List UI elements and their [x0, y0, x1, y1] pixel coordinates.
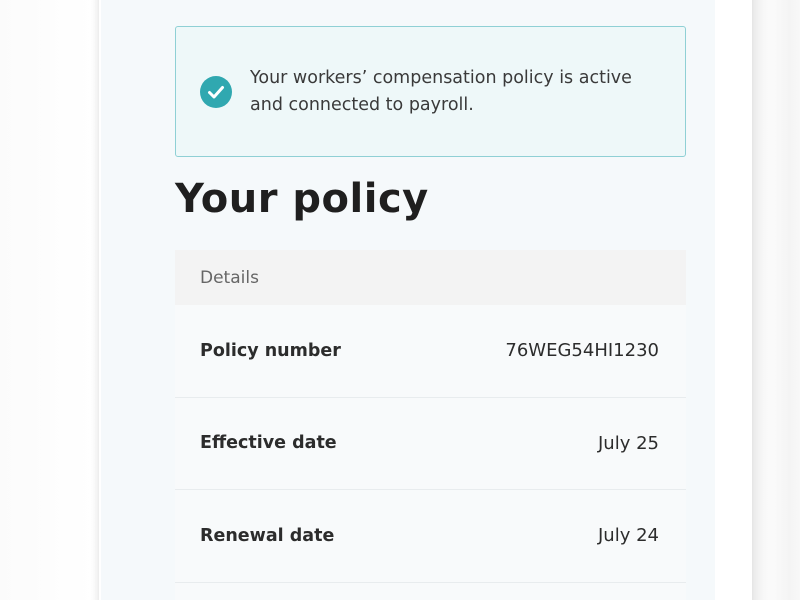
policy-details-card: Details Policy number 76WEG54HI1230 Effe… [175, 250, 686, 600]
detail-label: Policy number [200, 340, 341, 361]
detail-row-effective-date: Effective date July 25 [175, 398, 686, 490]
alert-message: Your workers’ compensation policy is act… [250, 68, 632, 115]
detail-value: July 25 [598, 432, 659, 454]
device-frame: Your workers’ compensation policy is act… [98, 0, 753, 600]
check-circle-icon [200, 76, 232, 108]
app-screen: Your workers’ compensation policy is act… [101, 0, 715, 600]
detail-label: Effective date [200, 433, 337, 454]
policy-status-alert: Your workers’ compensation policy is act… [175, 26, 686, 157]
detail-label: Renewal date [200, 525, 335, 546]
detail-row-renewal-date: Renewal date July 24 [175, 490, 686, 583]
details-header: Details [175, 250, 686, 305]
detail-value: July 24 [598, 525, 659, 547]
page: Your workers’ compensation policy is act… [0, 0, 800, 600]
detail-row-policy-number: Policy number 76WEG54HI1230 [175, 305, 686, 398]
page-title: Your policy [175, 176, 429, 222]
detail-value: 76WEG54HI1230 [505, 340, 659, 362]
